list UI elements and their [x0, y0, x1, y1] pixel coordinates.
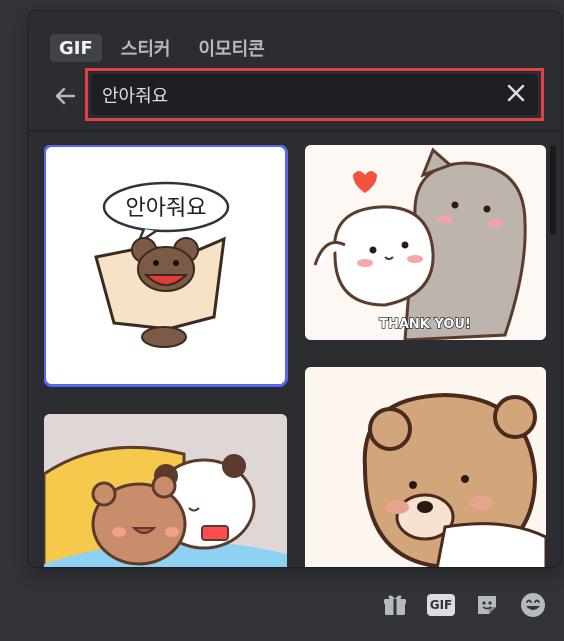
search-highlight	[85, 68, 544, 121]
emoji-icon[interactable]	[518, 590, 548, 620]
results-scrollbar[interactable]	[550, 145, 556, 567]
picker-tabs: GIF 스티커 이모티콘	[50, 33, 274, 63]
speech-bubble-text: 안아줘요	[126, 196, 207, 221]
search-input[interactable]	[102, 74, 504, 115]
gif-button-label: GIF	[427, 594, 455, 616]
scrollbar-thumb[interactable]	[550, 145, 556, 235]
tab-stickers[interactable]: 스티커	[112, 34, 180, 62]
tab-emoji[interactable]: 이모티콘	[189, 34, 273, 62]
gif-result-tile[interactable]: 안아줘요	[46, 147, 285, 384]
tab-gif[interactable]: GIF	[50, 34, 102, 62]
arrow-left-icon[interactable]	[50, 81, 80, 111]
gif-caption: THANK YOU!	[379, 317, 471, 332]
gif-picker: GIF 스티커 이모티콘 안아줘요 안아줘요 THANK YOU!	[28, 11, 561, 567]
gif-result-tile[interactable]: THANK YOU!	[305, 145, 546, 340]
close-icon[interactable]	[504, 83, 528, 107]
gif-result-tile[interactable]	[305, 367, 546, 567]
gif-result-tile[interactable]	[44, 414, 287, 567]
search-bar	[91, 74, 538, 115]
gif-button[interactable]: GIF	[426, 590, 456, 620]
divider	[28, 130, 561, 131]
chat-input-actions: GIF	[380, 590, 548, 620]
sticker-icon[interactable]	[472, 590, 502, 620]
gift-icon[interactable]	[380, 590, 410, 620]
gif-results-grid: 안아줘요 THANK YOU!	[44, 145, 546, 567]
